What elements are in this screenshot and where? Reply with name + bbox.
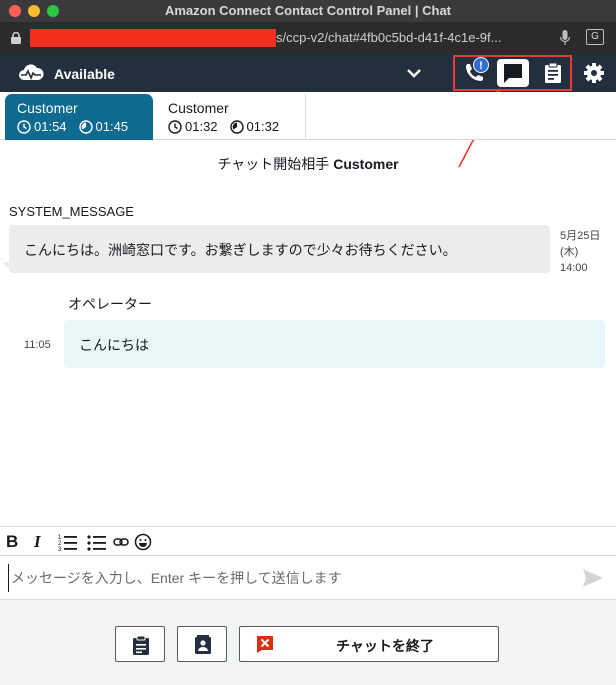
translate-icon[interactable]: G: [586, 29, 604, 45]
gear-icon: [584, 63, 604, 83]
chat-start-prefix: チャット開始相手: [217, 156, 330, 172]
tab-state-time: 01:32: [246, 119, 280, 134]
contact-tabs: Customer 01:54 01:45 Customer 01:32 01:3…: [0, 92, 616, 140]
timestamp-time: 14:00: [560, 262, 588, 274]
timestamp-weekday: (木): [560, 246, 579, 258]
send-icon[interactable]: [582, 568, 604, 588]
bold-button[interactable]: B: [6, 532, 18, 552]
end-chat-icon: [257, 636, 273, 653]
message-timestamp: 5月25日 (木) 14:00: [560, 228, 600, 276]
agent-status-label[interactable]: Available: [54, 66, 115, 82]
message-text: こんにちは。洲崎窓口です。お繋ぎしますので少々お待ちください。: [24, 242, 457, 258]
tab-label: Customer: [168, 100, 229, 116]
timer-icon: [229, 119, 244, 134]
tab-label: Customer: [17, 100, 78, 116]
message-compose-area: [0, 556, 616, 600]
window-title: Amazon Connect Contact Control Panel | C…: [164, 3, 452, 18]
address-bar[interactable]: s/ccp-v2/chat#4fb0c5bd-d41f-4c1e-9f... G: [0, 22, 616, 54]
message-input[interactable]: [8, 564, 568, 592]
message-sender: オペレーター: [68, 296, 152, 312]
tab-customer-1[interactable]: Customer 01:54 01:45: [5, 94, 153, 140]
message-sender: SYSTEM_MESSAGE: [9, 204, 134, 219]
formatting-toolbar: B I 1 2 3: [0, 526, 616, 556]
tab-contact-time: 01:54: [34, 119, 67, 134]
chevron-down-icon[interactable]: [406, 67, 422, 79]
chat-start-notice: チャット開始相手 Customer: [0, 154, 616, 174]
tab-state-time: 01:45: [95, 119, 129, 134]
clock-icon: [17, 119, 31, 134]
message-timestamp: 11:05: [24, 339, 51, 351]
bulleted-list-icon[interactable]: [87, 532, 107, 552]
microphone-icon[interactable]: [560, 30, 570, 46]
clipboard-icon: [133, 635, 149, 655]
url-text: s/ccp-v2/chat#4fb0c5bd-d41f-4c1e-9f...: [276, 30, 502, 45]
message-text: こんにちは: [79, 337, 149, 353]
system-message-bubble: こんにちは。洲崎窓口です。お繋ぎしますので少々お待ちください。: [9, 225, 550, 273]
contact-card-icon: [195, 635, 211, 654]
chat-start-name: Customer: [333, 156, 399, 172]
end-chat-button[interactable]: チャットを終了: [239, 626, 499, 662]
tab-contact-time: 01:32: [185, 119, 218, 134]
tab-customer-2[interactable]: Customer 01:32 01:32: [156, 94, 306, 140]
footer-actions: チャットを終了: [0, 600, 616, 685]
end-chat-label: チャットを終了: [336, 638, 434, 654]
redacted-url-host: [30, 29, 276, 47]
lock-icon: [11, 32, 21, 44]
numbered-list-icon[interactable]: 1 2 3: [58, 532, 78, 552]
operator-message-bubble: こんにちは: [64, 320, 605, 368]
settings-button[interactable]: [580, 59, 612, 87]
notes-button[interactable]: [115, 626, 165, 662]
svg-text:3: 3: [58, 547, 62, 552]
timer-icon: [78, 119, 93, 134]
bubble-tail: [2, 262, 10, 270]
bubble-tail: [597, 358, 605, 366]
window-titlebar: Amazon Connect Contact Control Panel | C…: [0, 0, 616, 22]
agent-status-icon: [19, 64, 44, 81]
contact-card-button[interactable]: [177, 626, 227, 662]
clock-icon: [168, 119, 182, 134]
emoji-icon[interactable]: [134, 532, 152, 552]
italic-button[interactable]: I: [34, 532, 41, 552]
link-icon[interactable]: [113, 532, 129, 552]
timestamp-date: 5月25日: [560, 230, 601, 242]
